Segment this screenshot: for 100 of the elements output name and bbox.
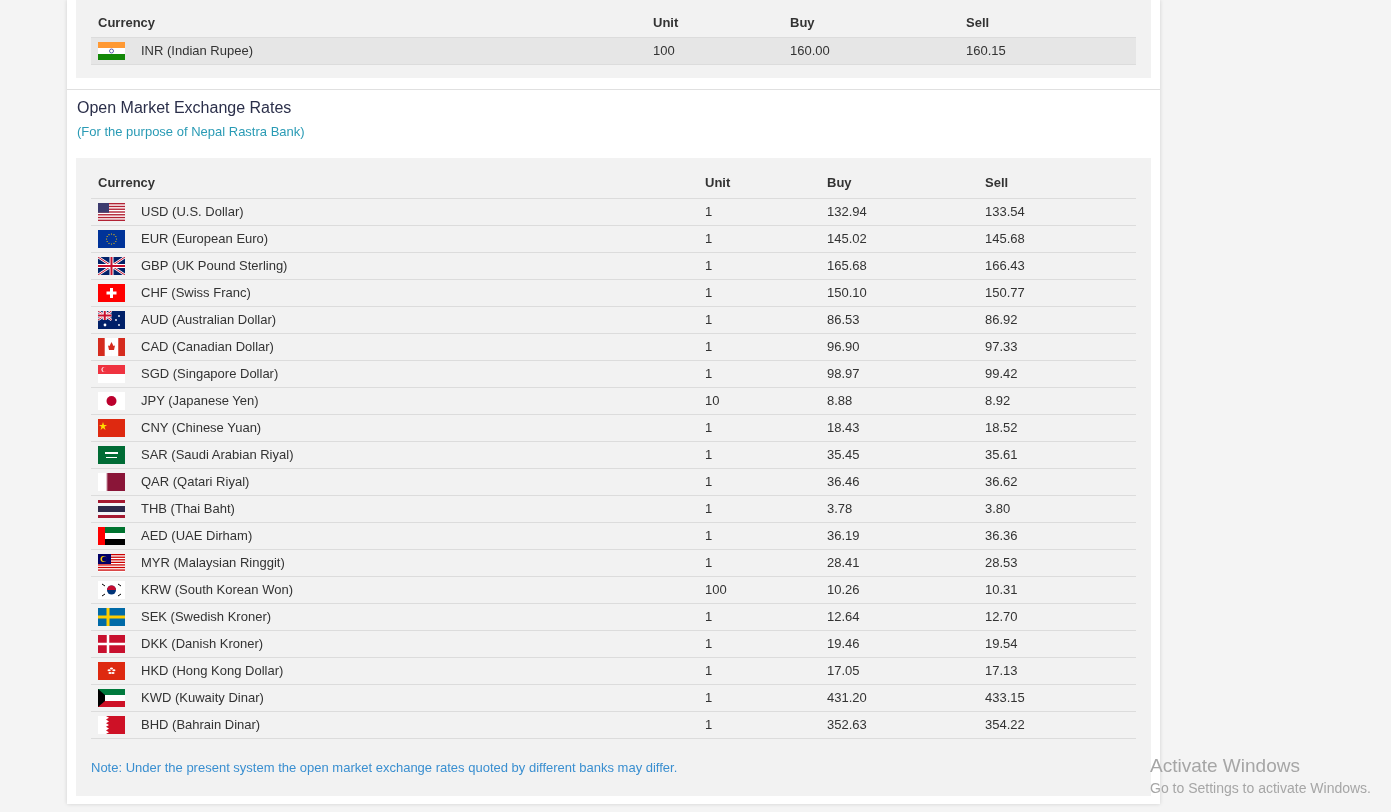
activation-message: Go to Settings to activate Windows. [1150, 779, 1371, 798]
flag-icon [98, 202, 125, 221]
buy-rate: 36.46 [827, 472, 861, 491]
buy-rate: 35.45 [827, 445, 861, 464]
flag-icon [98, 472, 125, 491]
currency-name: QAR (Qatari Riyal) [141, 472, 250, 491]
column-header: Currency [98, 13, 157, 32]
sell-rate: 133.54 [985, 202, 1026, 221]
sell-rate: 12.70 [985, 607, 1019, 626]
buy-rate: 3.78 [827, 499, 854, 518]
currency-name: JPY (Japanese Yen) [141, 391, 259, 410]
column-header: Unit [705, 174, 732, 193]
currency-name: EUR (European Euro) [141, 229, 269, 248]
column-header: Sell [985, 174, 1010, 193]
flag-icon [98, 715, 125, 734]
sell-rate: 86.92 [985, 310, 1019, 329]
flag-icon [98, 229, 125, 248]
flag-icon [98, 553, 125, 572]
unit-cell-text: 1 [705, 364, 714, 383]
activation-title: Activate Windows [1150, 754, 1301, 778]
unit-cell-text: 1 [705, 607, 714, 626]
column-header: Currency [98, 174, 157, 193]
unit-cell-text: 1 [705, 256, 714, 275]
section-title: Open Market Exchange Rates [77, 98, 293, 118]
buy-rate: 17.05 [827, 661, 861, 680]
sell-rate: 36.62 [985, 472, 1019, 491]
sell-rate: 3.80 [985, 499, 1012, 518]
sell-rate: 150.77 [985, 283, 1026, 302]
sell-rate: 145.68 [985, 229, 1026, 248]
sell-rate: 28.53 [985, 553, 1019, 572]
unit-cell-text: 1 [705, 202, 714, 221]
buy-rate: 86.53 [827, 310, 861, 329]
buy-rate: 96.90 [827, 337, 861, 356]
sell-rate: 354.22 [985, 715, 1026, 734]
unit-cell-text: 1 [705, 337, 714, 356]
column-header: Buy [827, 174, 853, 193]
unit-cell-text: 1 [705, 418, 714, 437]
currency-name: THB (Thai Baht) [141, 499, 235, 518]
column-header: Buy [790, 13, 816, 32]
buy-rate: 10.26 [827, 580, 861, 599]
flag-icon [98, 283, 125, 302]
unit-cell-text: 1 [705, 472, 714, 491]
flag-icon [98, 310, 125, 329]
currency-name: SGD (Singapore Dollar) [141, 364, 279, 383]
flag-icon [98, 580, 125, 599]
buy-rate: 132.94 [827, 202, 868, 221]
sell-rate: 99.42 [985, 364, 1019, 383]
unit-cell-text: 1 [705, 688, 714, 707]
currency-name: BHD (Bahrain Dinar) [141, 715, 261, 734]
buy-rate: 98.97 [827, 364, 861, 383]
sell-rate: 17.13 [985, 661, 1019, 680]
buy-rate: 28.41 [827, 553, 861, 572]
unit-cell-text: 1 [705, 283, 714, 302]
buy-rate: 12.64 [827, 607, 861, 626]
currency-name: MYR (Malaysian Ringgit) [141, 553, 285, 572]
buy-rate: 352.63 [827, 715, 868, 734]
currency-name: USD (U.S. Dollar) [141, 202, 244, 221]
flag-icon [98, 607, 125, 626]
unit-cell-text: 1 [705, 229, 714, 248]
sell-rate: 97.33 [985, 337, 1019, 356]
buy-rate: 431.20 [827, 688, 868, 707]
sell-rate: 10.31 [985, 580, 1019, 599]
flag-icon [98, 634, 125, 653]
unit-cell-text: 10 [705, 391, 721, 410]
unit-cell-text: 1 [705, 445, 714, 464]
currency-name: CHF (Swiss Franc) [141, 283, 251, 302]
flag-icon [98, 445, 125, 464]
sell-rate: 19.54 [985, 634, 1019, 653]
column-header: Unit [653, 13, 680, 32]
buy-rate: 18.43 [827, 418, 861, 437]
currency-name: KWD (Kuwaity Dinar) [141, 688, 264, 707]
sell-rate: 166.43 [985, 256, 1026, 275]
flag-icon [98, 418, 125, 437]
currency-name: HKD (Hong Kong Dollar) [141, 661, 284, 680]
unit-cell-text: 1 [705, 553, 714, 572]
section-subtitle: (For the purpose of Nepal Rastra Bank) [77, 123, 306, 141]
unit-cell-text: 1 [705, 499, 714, 518]
buy-rate: 36.19 [827, 526, 861, 545]
buy-rate: 150.10 [827, 283, 868, 302]
flag-icon [98, 688, 125, 707]
buy-rate: 145.02 [827, 229, 868, 248]
unit-cell-text: 100 [705, 580, 728, 599]
column-header: Sell [966, 13, 991, 32]
buy-rate: 19.46 [827, 634, 861, 653]
currency-name: DKK (Danish Kroner) [141, 634, 264, 653]
unit-cell-text: 1 [705, 661, 714, 680]
currency-name: KRW (South Korean Won) [141, 580, 293, 599]
currency-name: CAD (Canadian Dollar) [141, 337, 274, 356]
sell-rate: 36.36 [985, 526, 1019, 545]
note-text: Note: Under the present system the open market exchange rates quoted by different banks may differ. [91, 758, 679, 777]
flag-icon [98, 661, 125, 680]
flag-icon [98, 499, 125, 518]
flag-icon [98, 391, 125, 410]
currency-name: SEK (Swedish Kroner) [141, 607, 272, 626]
flag-icon [98, 256, 125, 275]
flag-icon [98, 526, 125, 545]
currency-name: AED (UAE Dirham) [141, 526, 253, 545]
flag-icon [98, 337, 125, 356]
currency-name: CNY (Chinese Yuan) [141, 418, 262, 437]
unit-cell-text: 1 [705, 310, 714, 329]
